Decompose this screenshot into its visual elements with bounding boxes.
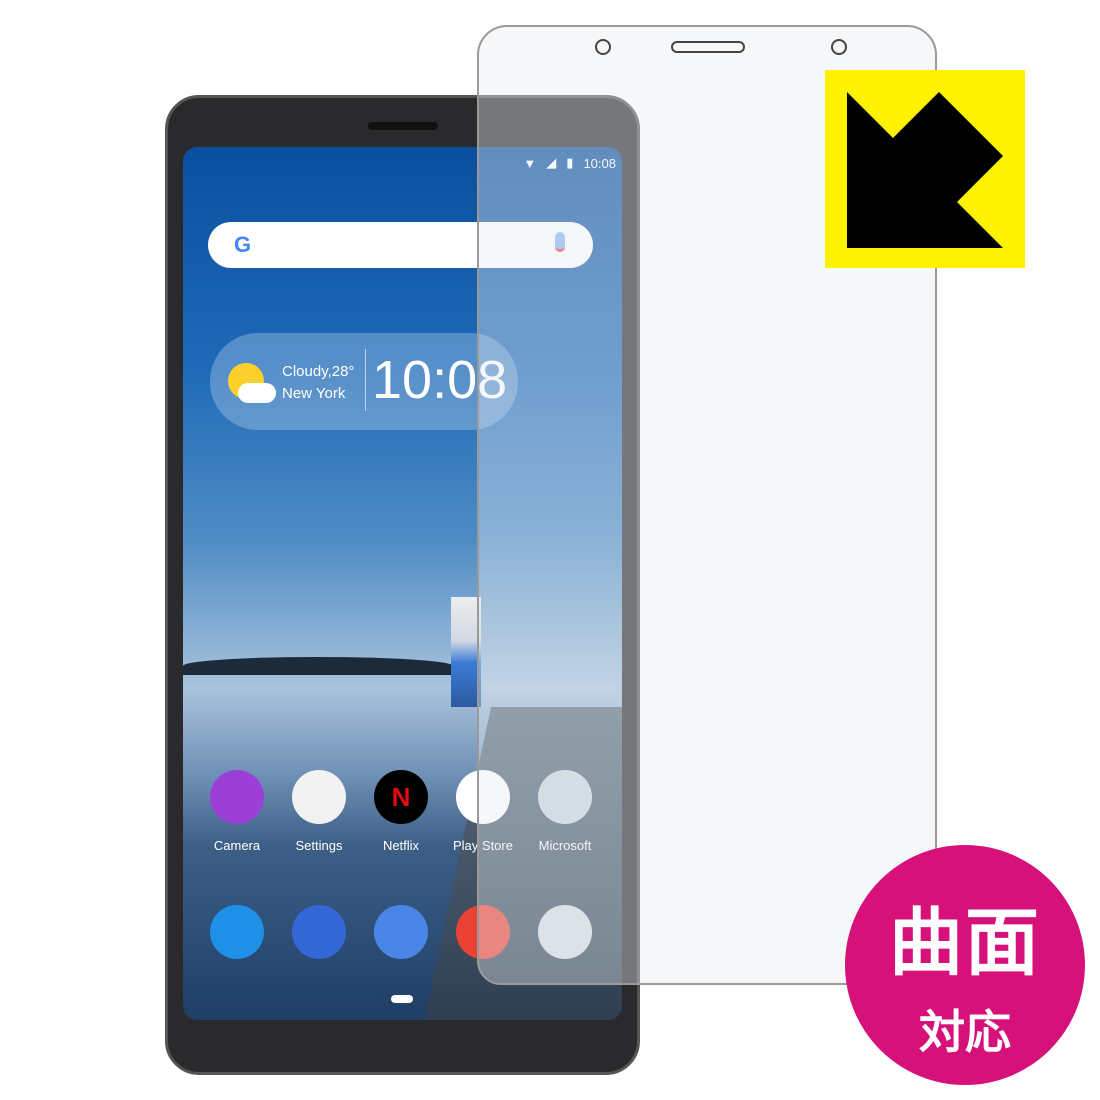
hills	[183, 657, 453, 675]
app-icon: N	[374, 770, 428, 824]
phone-icon	[210, 905, 264, 959]
app-label: Settings	[295, 838, 343, 853]
app-label: Camera	[213, 838, 261, 853]
app-netflix[interactable]: N Netflix	[361, 770, 441, 853]
app-settings[interactable]: Settings	[279, 770, 359, 853]
dock-duo[interactable]	[361, 905, 441, 973]
badge-line2: 対応	[919, 1005, 1011, 1059]
weather-city: New York	[282, 385, 346, 402]
camera-hole	[595, 39, 611, 55]
app-label: Netflix	[382, 838, 420, 853]
weather-widget[interactable]: Cloudy,28° New York 10:08	[210, 333, 518, 430]
sensor-hole	[831, 39, 847, 55]
app-camera[interactable]: Camera	[197, 770, 277, 853]
dock-phone[interactable]	[197, 905, 277, 973]
google-logo: G	[234, 232, 252, 257]
home-indicator[interactable]	[391, 995, 413, 1003]
app-icon	[292, 770, 346, 824]
weather-condition: Cloudy,28°	[282, 363, 355, 380]
app-icon	[210, 770, 264, 824]
curved-surface-badge: 曲面 対応	[845, 845, 1085, 1085]
cloud-icon	[238, 383, 276, 403]
messages-icon	[292, 905, 346, 959]
arrow-badge	[825, 70, 1025, 268]
duo-icon	[374, 905, 428, 959]
arrow-down-left-icon	[847, 92, 1003, 248]
badge-line1: 曲面	[889, 900, 1041, 986]
dock-messages[interactable]	[279, 905, 359, 973]
speaker-slot	[671, 41, 745, 53]
speaker	[368, 122, 438, 130]
